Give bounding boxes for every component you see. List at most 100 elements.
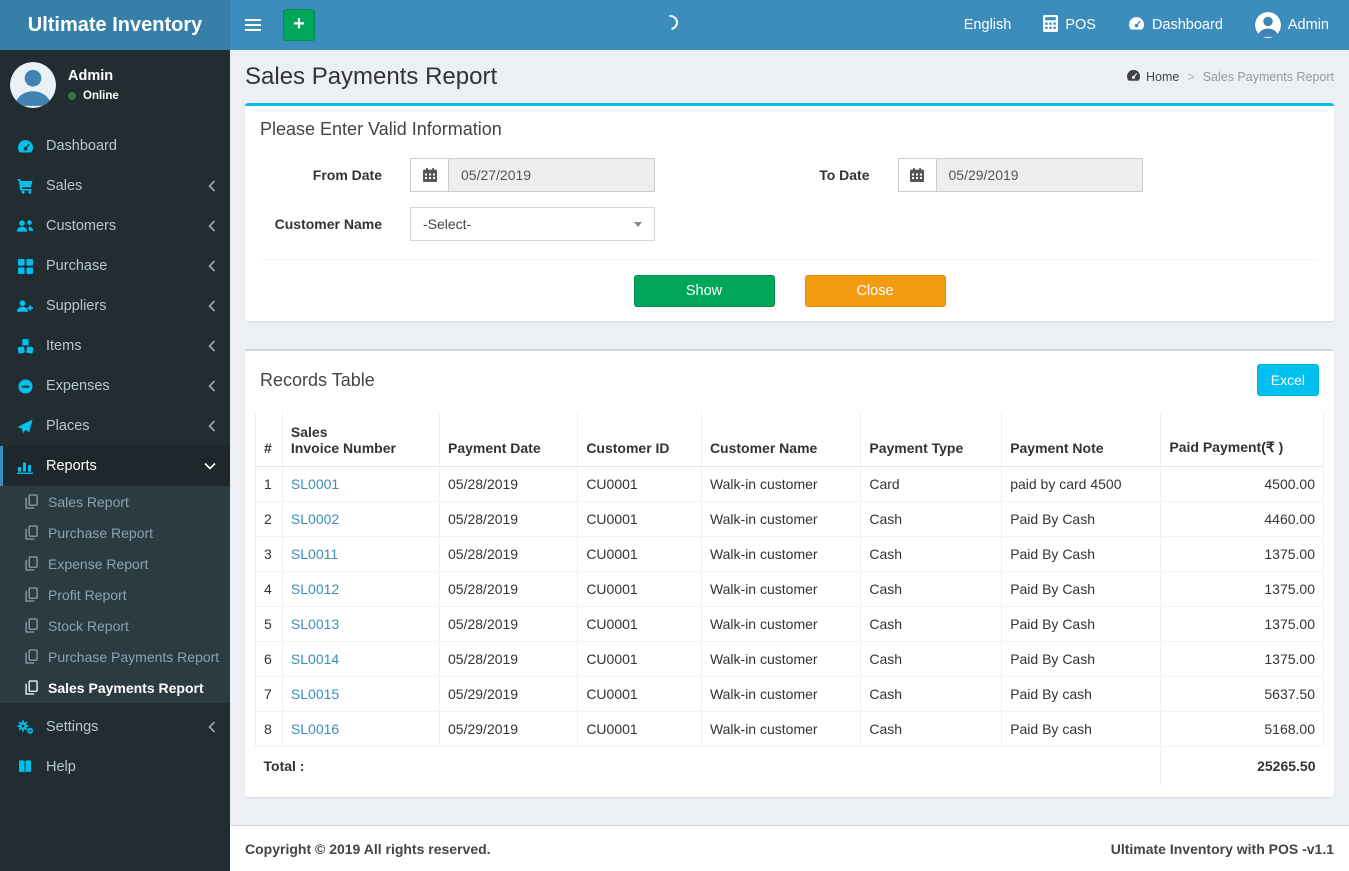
dashboard-link[interactable]: Dashboard	[1128, 16, 1223, 35]
submenu-item-label: Expense Report	[48, 555, 149, 572]
table-cell: Cash	[860, 501, 1003, 537]
table-cell: Paid By Cash	[1001, 501, 1162, 537]
sidebar-item-reports[interactable]: Reports	[0, 446, 230, 486]
sidebar-item-sales[interactable]: Sales	[0, 166, 230, 206]
home-dashboard-icon	[1126, 69, 1141, 85]
table-cell: Cash	[860, 606, 1003, 642]
table-cell: SL0015	[282, 676, 441, 712]
to-date-label: To Date	[819, 167, 870, 183]
copy-icon	[23, 525, 39, 540]
sidebar-item-settings[interactable]: Settings	[0, 707, 230, 747]
table-cell: CU0001	[577, 501, 702, 537]
invoice-link[interactable]: SL0013	[291, 616, 339, 632]
col-header-invoice[interactable]: Sales Invoice Number	[282, 412, 441, 467]
quick-add-button[interactable]: +	[283, 9, 315, 41]
submenu-item-purchase-report[interactable]: Purchase Report	[0, 517, 230, 548]
cubes-icon	[15, 338, 35, 354]
sidebar-item-purchase[interactable]: Purchase	[0, 246, 230, 286]
col-header-customer-id[interactable]: Customer ID	[577, 412, 702, 467]
pos-link[interactable]: POS	[1043, 14, 1096, 36]
dashboard-label: Dashboard	[1151, 17, 1223, 33]
dashboard-icon	[15, 139, 35, 154]
table-cell: Paid By Cash	[1001, 641, 1162, 677]
col-header-customer-name[interactable]: Customer Name	[701, 412, 862, 467]
table-cell: CU0001	[577, 571, 702, 607]
table-cell: CU0001	[577, 536, 702, 572]
submenu-item-stock-report[interactable]: Stock Report	[0, 610, 230, 641]
col-header-payment-type[interactable]: Payment Type	[860, 412, 1003, 467]
sidebar-item-dashboard[interactable]: Dashboard	[0, 126, 230, 166]
breadcrumb-separator: >	[1187, 70, 1195, 84]
submenu-item-sales-report[interactable]: Sales Report	[0, 486, 230, 517]
filter-panel-title: Please Enter Valid Information	[260, 119, 502, 139]
from-date-label: From Date	[312, 167, 382, 183]
table-cell: 1375.00	[1160, 641, 1324, 677]
table-row: 6 SL0014 05/28/2019 CU0001 Walk-in custo…	[255, 641, 1324, 677]
invoice-link[interactable]: SL0001	[291, 476, 339, 492]
hamburger-icon[interactable]	[230, 0, 275, 50]
table-cell: Card	[860, 466, 1003, 502]
invoice-link[interactable]: SL0002	[291, 511, 339, 527]
invoice-link[interactable]: SL0014	[291, 651, 339, 667]
table-cell: 05/28/2019	[439, 501, 579, 537]
close-button[interactable]: Close	[804, 275, 946, 307]
submenu-item-profit-report[interactable]: Profit Report	[0, 579, 230, 610]
table-row: 1 SL0001 05/28/2019 CU0001 Walk-in custo…	[255, 466, 1324, 502]
sidebar-item-items[interactable]: Items	[0, 326, 230, 366]
invoice-link[interactable]: SL0016	[291, 721, 339, 737]
table-cell: Walk-in customer	[701, 536, 862, 572]
show-button[interactable]: Show	[633, 275, 775, 307]
user-menu[interactable]: Admin	[1254, 12, 1329, 38]
table-cell: Cash	[860, 571, 1003, 607]
table-cell: 1	[255, 466, 283, 502]
table-row: 3 SL0011 05/28/2019 CU0001 Walk-in custo…	[255, 536, 1324, 572]
sidebar-item-customers[interactable]: Customers	[0, 206, 230, 246]
table-cell: SL0013	[282, 606, 441, 642]
bar-chart-icon	[15, 459, 35, 474]
version-text: Ultimate Inventory with POS -v1.1	[1110, 841, 1334, 857]
language-menu[interactable]: English	[964, 17, 1012, 33]
breadcrumb-home[interactable]: Home	[1126, 69, 1179, 85]
user-status[interactable]: Online	[68, 90, 119, 102]
submenu-item-sales-payments-report[interactable]: Sales Payments Report	[0, 672, 230, 703]
table-cell: CU0001	[577, 711, 702, 747]
col-header-payment-date[interactable]: Payment Date	[439, 412, 579, 467]
table-cell: 1375.00	[1160, 606, 1324, 642]
submenu-item-purchase-payments-report[interactable]: Purchase Payments Report	[0, 641, 230, 672]
customer-select[interactable]: -Select-	[410, 207, 655, 241]
sidebar-user-name: Admin	[68, 68, 114, 84]
table-cell: SL0011	[282, 536, 441, 572]
table-cell: 1375.00	[1160, 571, 1324, 607]
excel-export-button[interactable]: Excel	[1256, 364, 1319, 396]
sidebar-item-help[interactable]: Help	[0, 747, 230, 787]
total-label: Total :	[255, 746, 1162, 785]
sidebar-item-suppliers[interactable]: Suppliers	[0, 286, 230, 326]
sidebar-item-places[interactable]: Places	[0, 406, 230, 446]
to-date-input[interactable]	[935, 158, 1143, 192]
table-cell: 2	[255, 501, 283, 537]
invoice-link[interactable]: SL0015	[291, 686, 339, 702]
calendar-icon[interactable]	[410, 158, 448, 192]
invoice-link[interactable]: SL0012	[291, 581, 339, 597]
col-header-index[interactable]: #	[255, 412, 283, 467]
table-cell: Cash	[860, 711, 1003, 747]
sidebar-item-label: Settings	[46, 719, 99, 735]
col-header-paid-payment[interactable]: Paid Payment(₹ )	[1160, 412, 1324, 467]
submenu-item-expense-report[interactable]: Expense Report	[0, 548, 230, 579]
table-cell: 8	[255, 711, 283, 747]
table-cell: 05/29/2019	[439, 676, 579, 712]
table-cell: Walk-in customer	[701, 641, 862, 677]
customer-name-label: Customer Name	[274, 216, 382, 232]
app-logo[interactable]: Ultimate Inventory	[0, 0, 230, 50]
table-row: 7 SL0015 05/29/2019 CU0001 Walk-in custo…	[255, 676, 1324, 712]
copy-icon	[23, 587, 39, 602]
col-header-payment-note[interactable]: Payment Note	[1001, 412, 1162, 467]
sidebar-item-expenses[interactable]: Expenses	[0, 366, 230, 406]
invoice-link[interactable]: SL0011	[291, 546, 338, 562]
table-cell: Cash	[860, 641, 1003, 677]
user-avatar	[10, 62, 56, 108]
user-plus-icon	[15, 299, 35, 313]
from-date-input[interactable]	[448, 158, 655, 192]
copy-icon	[23, 649, 39, 664]
calendar-icon[interactable]	[897, 158, 936, 192]
